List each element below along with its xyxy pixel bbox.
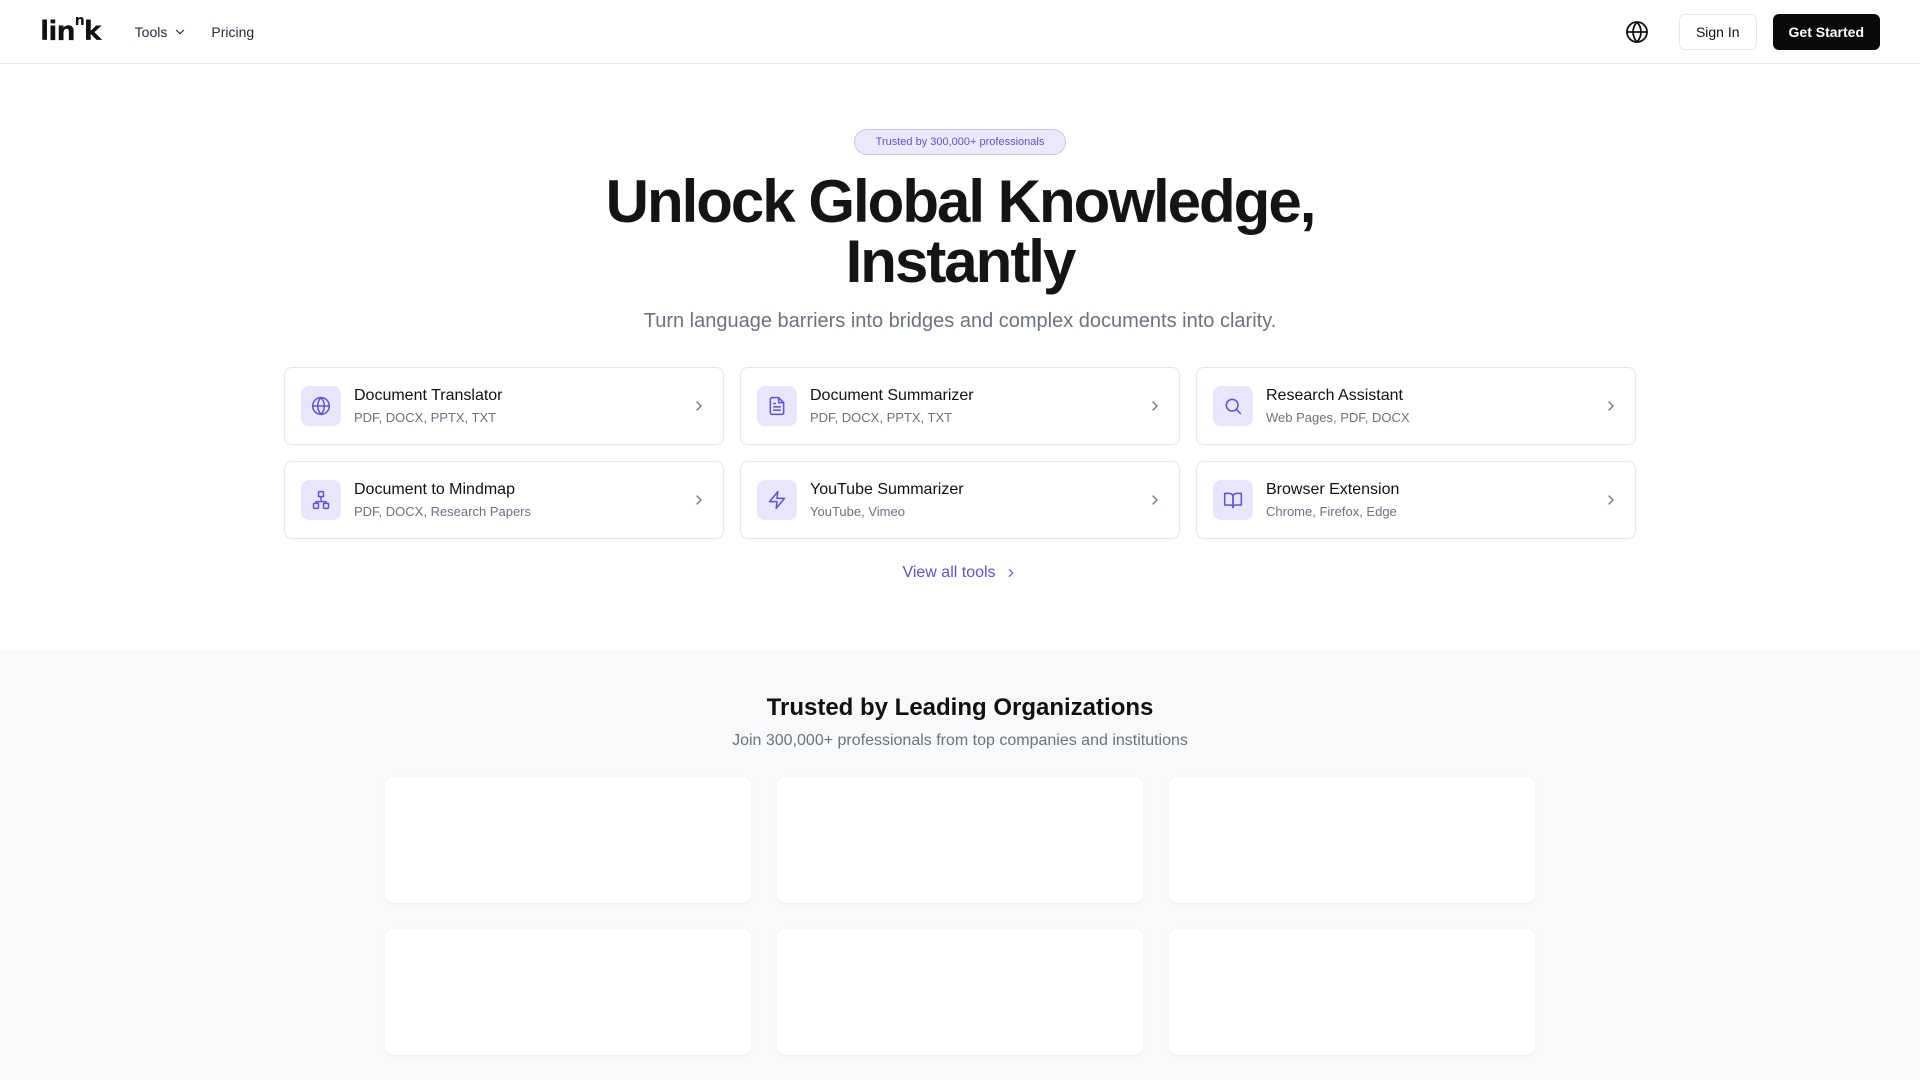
chevron-right-icon (696, 401, 702, 411)
tool-text: YouTube Summarizer YouTube, Vimeo (810, 481, 1147, 519)
logo-sup: n (74, 13, 85, 29)
language-button[interactable] (1623, 18, 1651, 46)
tool-icon-container (757, 480, 797, 520)
hero-subtitle: Turn language barriers into bridges and … (643, 310, 1277, 332)
header-right: Sign In Get Started (1623, 13, 1880, 50)
globe-icon (311, 396, 331, 416)
tool-text: Research Assistant Web Pages, PDF, DOCX (1266, 387, 1603, 425)
org-logo-grid (385, 777, 1535, 1055)
nav-tools[interactable]: Tools (135, 24, 188, 40)
tool-formats: PDF, DOCX, PPTX, TXT (354, 410, 497, 425)
lightning-icon (768, 490, 786, 510)
tool-formats: Chrome, Firefox, Edge (1266, 504, 1397, 519)
org-logo-card (777, 777, 1143, 903)
globe-icon (1626, 20, 1648, 43)
tool-formats: PDF, DOCX, PPTX, TXT (810, 410, 953, 425)
tool-formats: YouTube, Vimeo (810, 504, 905, 519)
tool-text: Document Summarizer PDF, DOCX, PPTX, TXT (810, 387, 1147, 425)
header-left: linnk Tools Pricing (40, 14, 278, 47)
trusted-subtitle: Join 300,000+ professionals from top com… (732, 732, 1188, 749)
get-started-button[interactable]: Get Started (1772, 13, 1880, 50)
tool-text: Document to Mindmap PDF, DOCX, Research … (354, 481, 691, 519)
org-logo-card (385, 929, 751, 1055)
chevron-right-icon (1608, 495, 1614, 505)
tool-name: Document to Mindmap (354, 481, 515, 498)
chevron-right-icon (1152, 495, 1158, 505)
hero-title-line1: Unlock Global Knowledge, (605, 168, 1317, 235)
hero-section: Trusted by 300,000+ professionals Unlock… (0, 64, 1920, 650)
hero-title: Unlock Global Knowledge, Instantly (0, 172, 1920, 292)
tool-name: YouTube Summarizer (810, 481, 964, 498)
trusted-section: Trusted by Leading Organizations Join 30… (0, 650, 1920, 1080)
tool-name: Document Translator (354, 387, 503, 404)
view-all-label: View all tools (902, 564, 996, 581)
trusted-badge: Trusted by 300,000+ professionals (854, 129, 1066, 155)
tool-card-research-assistant[interactable]: Research Assistant Web Pages, PDF, DOCX (1196, 367, 1636, 445)
mindmap-icon (312, 490, 330, 510)
document-icon (769, 396, 785, 416)
chevron-right-icon (1008, 568, 1013, 578)
trusted-title: Trusted by Leading Organizations (766, 694, 1154, 721)
tool-card-document-summarizer[interactable]: Document Summarizer PDF, DOCX, PPTX, TXT (740, 367, 1180, 445)
tool-card-document-to-mindmap[interactable]: Document to Mindmap PDF, DOCX, Research … (284, 461, 724, 539)
tool-icon-container (1213, 386, 1253, 426)
org-logo-card (385, 777, 751, 903)
view-all-tools-link[interactable]: View all tools (0, 564, 1920, 582)
tool-formats: Web Pages, PDF, DOCX (1266, 410, 1410, 425)
book-icon (1223, 492, 1243, 509)
tool-icon-container (1213, 480, 1253, 520)
tool-formats: PDF, DOCX, Research Papers (354, 504, 532, 519)
tools-grid: Document Translator PDF, DOCX, PPTX, TXT… (284, 367, 1636, 539)
search-icon (1225, 398, 1242, 415)
org-logo-card (777, 929, 1143, 1055)
tool-text: Document Translator PDF, DOCX, PPTX, TXT (354, 387, 691, 425)
nav-tools-label: Tools (134, 23, 168, 40)
tool-card-youtube-summarizer[interactable]: YouTube Summarizer YouTube, Vimeo (740, 461, 1180, 539)
chevron-right-icon (696, 495, 702, 505)
sign-in-button[interactable]: Sign In (1678, 13, 1757, 50)
tool-text: Browser Extension Chrome, Firefox, Edge (1266, 481, 1603, 519)
hero-title-line2: Instantly (845, 228, 1077, 295)
tool-name: Browser Extension (1266, 481, 1400, 498)
top-nav-bar: linnk Tools Pricing Sign In Get Started (0, 0, 1920, 64)
tool-icon-container (757, 386, 797, 426)
nav-pricing-label: Pricing (211, 23, 255, 40)
tool-name: Document Summarizer (810, 387, 974, 404)
nav-pricing[interactable]: Pricing (211, 24, 254, 40)
tool-card-browser-extension[interactable]: Browser Extension Chrome, Firefox, Edge (1196, 461, 1636, 539)
chevron-right-icon (1152, 401, 1158, 411)
org-logo-card (1169, 929, 1535, 1055)
org-logo-card (1169, 777, 1535, 903)
tool-name: Research Assistant (1266, 387, 1403, 404)
logo-text: lin (40, 16, 76, 47)
tool-icon-container (301, 386, 341, 426)
chevron-down-icon (176, 29, 185, 34)
logo[interactable]: linnk (40, 14, 102, 47)
logo-tail: k (83, 16, 102, 47)
tool-card-document-translator[interactable]: Document Translator PDF, DOCX, PPTX, TXT (284, 367, 724, 445)
chevron-right-icon (1608, 401, 1614, 411)
tool-icon-container (301, 480, 341, 520)
